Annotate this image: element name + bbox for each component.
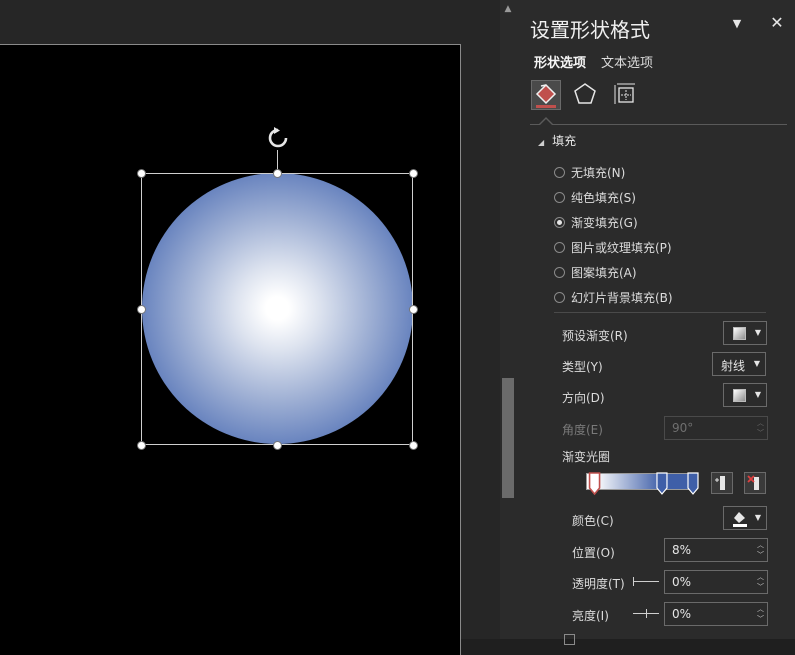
chevron-down-icon: ▼	[754, 390, 761, 399]
remove-stop-icon	[747, 475, 759, 490]
gradient-stop-selected[interactable]	[588, 472, 601, 496]
gradient-swatch-icon	[733, 327, 746, 340]
fill-line-icon	[535, 83, 557, 108]
brightness-spinner[interactable]: 0% ︿ ﹀	[664, 602, 768, 626]
resize-handle-sw[interactable]	[137, 441, 146, 450]
direction-swatch-icon	[733, 389, 746, 402]
rotate-handle-icon[interactable]	[266, 126, 290, 150]
resize-handle-nw[interactable]	[137, 169, 146, 178]
direction-dropdown[interactable]: ▼	[723, 383, 767, 407]
spinner-arrows-icon[interactable]: ︿ ﹀	[757, 604, 764, 624]
gradient-stop[interactable]	[687, 472, 699, 495]
color-label: 颜色(C)	[572, 514, 614, 528]
size-properties-icon	[614, 83, 635, 104]
tab-text-options[interactable]: 文本选项	[601, 52, 653, 71]
spinner-arrows-icon[interactable]: ︿ ﹀	[757, 572, 764, 592]
chevron-down-icon: ▼	[754, 513, 761, 522]
spinner-arrows-icon: ︿ ﹀	[757, 419, 764, 437]
tab-divider	[530, 124, 787, 125]
position-label: 位置(O)	[572, 546, 615, 560]
radio-dot-checked[interactable]	[554, 217, 565, 228]
spinner-arrows-icon[interactable]: ︿ ﹀	[757, 540, 764, 560]
transparency-slider[interactable]	[633, 581, 659, 582]
scroll-thumb[interactable]	[502, 378, 514, 498]
vertical-scrollbar[interactable]: ▲	[500, 0, 516, 639]
selection-box	[141, 173, 413, 445]
tab-shape-options[interactable]: 形状选项	[534, 52, 586, 71]
radio-dot[interactable]	[554, 267, 565, 278]
transparency-label: 透明度(T)	[572, 577, 625, 591]
divider	[554, 312, 766, 313]
format-shape-pane: 设置形状格式 ▼ ✕ 形状选项 文本选项 ◢ 填充 无填充(N) 纯色填充(S) …	[516, 0, 795, 645]
angle-spinner: 90° ︿ ﹀	[664, 416, 768, 440]
radio-slide-background-fill[interactable]: 幻灯片背景填充(B)	[554, 289, 673, 306]
resize-handle-se[interactable]	[409, 441, 418, 450]
scroll-up-icon[interactable]: ▲	[500, 0, 516, 18]
radio-solid-fill[interactable]: 纯色填充(S)	[554, 189, 636, 206]
rotate-with-shape-checkbox[interactable]	[564, 634, 575, 645]
close-icon[interactable]: ✕	[768, 13, 786, 33]
type-label: 类型(Y)	[562, 360, 603, 374]
chevron-down-icon: ▼	[754, 328, 761, 337]
transparency-spinner[interactable]: 0% ︿ ﹀	[664, 570, 768, 594]
tab-size-properties[interactable]	[611, 80, 641, 110]
color-dropdown[interactable]: ▼	[723, 506, 767, 530]
radio-dot[interactable]	[554, 242, 565, 253]
radio-no-fill[interactable]: 无填充(N)	[554, 164, 625, 181]
gradient-stops[interactable]	[576, 470, 706, 500]
tab-effects[interactable]	[571, 80, 601, 110]
gradient-stop[interactable]	[656, 472, 668, 495]
pane-title: 设置形状格式	[530, 18, 650, 42]
radio-picture-fill[interactable]: 图片或纹理填充(P)	[554, 239, 672, 256]
tab-fill-line[interactable]	[531, 80, 561, 110]
collapse-triangle-icon: ◢	[538, 138, 545, 147]
section-fill-header[interactable]: ◢ 填充	[538, 132, 576, 149]
preset-gradient-dropdown[interactable]: ▼	[723, 321, 767, 345]
brightness-label: 亮度(I)	[572, 609, 609, 623]
radio-gradient-fill[interactable]: 渐变填充(G)	[554, 214, 638, 231]
remove-gradient-stop-button[interactable]	[744, 472, 766, 494]
resize-handle-n[interactable]	[273, 169, 282, 178]
resize-handle-s[interactable]	[273, 441, 282, 450]
radio-dot[interactable]	[554, 192, 565, 203]
radio-pattern-fill[interactable]: 图案填充(A)	[554, 264, 637, 281]
angle-label: 角度(E)	[562, 423, 603, 437]
type-select[interactable]: 射线 ▼	[712, 352, 766, 376]
direction-label: 方向(D)	[562, 391, 605, 405]
gradient-stops-label: 渐变光圈	[562, 450, 611, 464]
radio-dot[interactable]	[554, 292, 565, 303]
slide-canvas-area	[0, 0, 500, 655]
preset-gradient-label: 预设渐变(R)	[562, 329, 628, 343]
position-spinner[interactable]: 8% ︿ ﹀	[664, 538, 768, 562]
resize-handle-ne[interactable]	[409, 169, 418, 178]
resize-handle-e[interactable]	[409, 305, 418, 314]
paint-bucket-icon	[733, 512, 747, 527]
resize-handle-w[interactable]	[137, 305, 146, 314]
effects-pentagon-icon	[574, 83, 596, 104]
add-gradient-stop-button[interactable]	[711, 472, 733, 494]
add-stop-icon	[715, 476, 725, 490]
pane-options-chevron-down-icon[interactable]: ▼	[728, 14, 746, 34]
radio-dot[interactable]	[554, 167, 565, 178]
chevron-down-icon: ▼	[753, 359, 760, 368]
